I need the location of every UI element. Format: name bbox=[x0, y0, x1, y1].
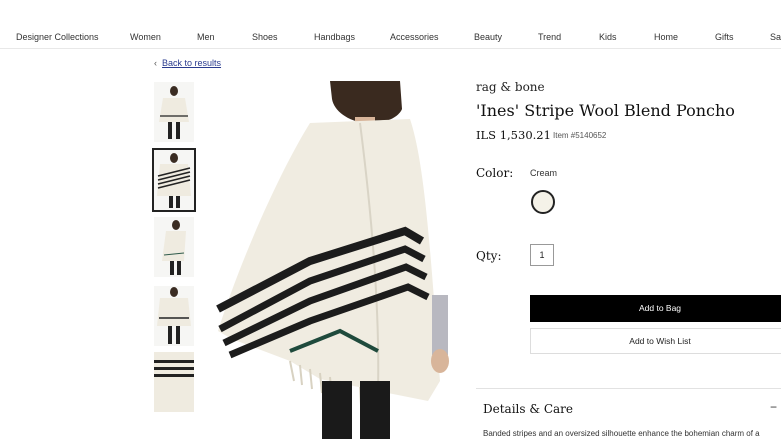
nav-item-kids[interactable]: Kids bbox=[599, 32, 617, 42]
brand-name[interactable]: rag & bone bbox=[476, 80, 545, 94]
nav-item-shoes[interactable]: Shoes bbox=[252, 32, 278, 42]
thumbnail-side-image bbox=[162, 220, 186, 275]
nav-item-women[interactable]: Women bbox=[130, 32, 161, 42]
quantity-input[interactable]: 1 bbox=[530, 244, 554, 266]
nav-item-beauty[interactable]: Beauty bbox=[474, 32, 502, 42]
quantity-label: Qty: bbox=[476, 249, 502, 263]
thumbnail-back-image bbox=[157, 153, 191, 208]
collapse-icon[interactable]: − bbox=[770, 400, 777, 414]
nav-item-designer-collections[interactable]: Designer Collections bbox=[16, 32, 99, 42]
section-divider bbox=[476, 388, 781, 389]
product-description: Banded stripes and an oversized silhouet… bbox=[483, 429, 760, 438]
nav-item-accessories[interactable]: Accessories bbox=[390, 32, 439, 42]
thumbnail-4[interactable] bbox=[154, 286, 194, 346]
color-swatch-cream[interactable] bbox=[531, 190, 555, 214]
thumbnail-model-image bbox=[157, 287, 191, 344]
item-number: Item #5140652 bbox=[553, 131, 607, 140]
product-title: 'Ines' Stripe Wool Blend Poncho bbox=[476, 101, 735, 120]
nav-item-handbags[interactable]: Handbags bbox=[314, 32, 355, 42]
thumbnail-2-selected[interactable] bbox=[152, 148, 196, 212]
thumbnail-5[interactable] bbox=[154, 352, 194, 412]
color-label: Color: bbox=[476, 166, 514, 180]
details-care-heading[interactable]: Details & Care bbox=[483, 402, 573, 416]
add-to-bag-button[interactable]: Add to Bag bbox=[530, 295, 781, 322]
nav-item-trend[interactable]: Trend bbox=[538, 32, 561, 42]
nav-item-gifts[interactable]: Gifts bbox=[715, 32, 734, 42]
add-to-wish-list-button[interactable]: Add to Wish List bbox=[530, 328, 781, 354]
chevron-left-icon: ‹ bbox=[154, 58, 157, 68]
main-product-image bbox=[210, 81, 462, 439]
top-navigation: Designer Collections Women Men Shoes Han… bbox=[0, 0, 781, 49]
poncho-illustration bbox=[210, 81, 462, 439]
back-to-results-link[interactable]: Back to results bbox=[162, 58, 221, 68]
thumbnail-3[interactable] bbox=[154, 217, 194, 277]
thumbnail-1[interactable] bbox=[154, 82, 194, 142]
breadcrumb: ‹ Back to results bbox=[154, 58, 221, 68]
thumbnail-detail-image bbox=[154, 352, 194, 412]
thumbnail-front-image bbox=[159, 86, 189, 139]
selected-color-value: Cream bbox=[530, 168, 558, 178]
nav-item-men[interactable]: Men bbox=[197, 32, 215, 42]
product-price: ILS 1,530.21 bbox=[476, 128, 551, 142]
nav-item-sale[interactable]: Sa bbox=[770, 32, 781, 42]
nav-item-home[interactable]: Home bbox=[654, 32, 678, 42]
